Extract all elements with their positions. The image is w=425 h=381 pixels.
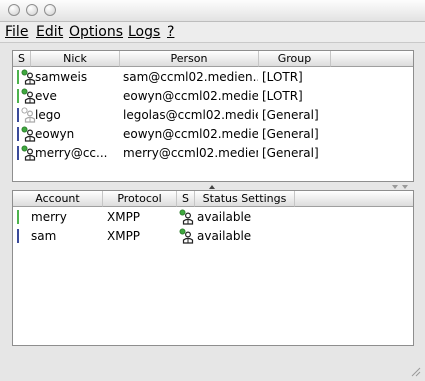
contact-person: sam@ccml02.medien.... xyxy=(123,70,258,84)
account-protocol: XMPP xyxy=(107,210,141,224)
contact-person: eowyn@ccml02.medien... xyxy=(123,89,258,103)
status-color-bar xyxy=(17,229,19,243)
contact-nick: eowyn xyxy=(35,127,75,141)
status-color-bar xyxy=(17,108,19,122)
contact-row[interactable]: lego legolas@ccml02.medie... [General] xyxy=(13,106,413,125)
user-online-icon xyxy=(21,145,36,161)
accounts-table[interactable]: Account Protocol S Status Settings merry… xyxy=(12,190,414,346)
status-color-bar xyxy=(17,146,19,160)
contact-person: merry@ccml02.medien... xyxy=(123,146,258,160)
accounts-header-status-settings[interactable]: Status Settings xyxy=(195,191,295,207)
contact-group: [General] xyxy=(262,127,319,141)
account-status: available xyxy=(197,210,252,224)
menu-file[interactable]: File xyxy=(5,24,28,40)
contact-person: legolas@ccml02.medie... xyxy=(123,108,258,122)
contact-nick: eve xyxy=(35,89,57,103)
account-status: available xyxy=(197,229,252,243)
contacts-header-status[interactable]: S xyxy=(13,51,31,67)
contact-group: [LOTR] xyxy=(262,70,303,84)
contacts-header-nick[interactable]: Nick xyxy=(31,51,120,67)
account-row[interactable]: merry XMPP available xyxy=(13,208,413,227)
contacts-header-filler xyxy=(331,51,413,67)
contact-nick: merry@cc... xyxy=(35,146,108,160)
triangle-up-icon[interactable] xyxy=(209,185,215,189)
contact-row[interactable]: samweis sam@ccml02.medien.... [LOTR] xyxy=(13,68,413,87)
minimize-window-button[interactable] xyxy=(26,4,38,16)
account-name: merry xyxy=(31,210,67,224)
user-online-icon xyxy=(21,126,36,142)
user-online-icon xyxy=(179,228,194,244)
triangle-down-icon[interactable] xyxy=(392,185,398,189)
contact-row[interactable]: eowyn eowyn@ccml02.medie... [General] xyxy=(13,125,413,144)
account-protocol: XMPP xyxy=(107,229,141,243)
contact-nick: lego xyxy=(35,108,61,122)
menu-bar: File Edit Options Logs ? xyxy=(0,22,425,43)
status-color-bar xyxy=(17,89,19,103)
triangle-down-icon[interactable] xyxy=(402,185,408,189)
split-divider[interactable] xyxy=(12,182,414,190)
contacts-header-group[interactable]: Group xyxy=(259,51,331,67)
accounts-header-status[interactable]: S xyxy=(177,191,195,207)
contact-nick: samweis xyxy=(35,70,88,84)
close-window-button[interactable] xyxy=(8,4,20,16)
menu-help[interactable]: ? xyxy=(167,24,174,40)
zoom-window-button[interactable] xyxy=(44,4,56,16)
accounts-header-account[interactable]: Account xyxy=(13,191,103,207)
resize-grip-icon[interactable] xyxy=(411,367,421,377)
accounts-header-filler xyxy=(295,191,413,207)
menu-edit[interactable]: Edit xyxy=(36,24,63,40)
contacts-header-person[interactable]: Person xyxy=(120,51,259,67)
contacts-table[interactable]: S Nick Person Group samweis sam@ccml02.me… xyxy=(12,50,414,182)
accounts-header-protocol[interactable]: Protocol xyxy=(103,191,177,207)
account-name: sam xyxy=(31,229,57,243)
menu-options[interactable]: Options xyxy=(69,24,123,40)
user-online-icon xyxy=(21,88,36,104)
menu-logs[interactable]: Logs xyxy=(128,24,160,40)
status-color-bar xyxy=(17,210,19,224)
contact-row[interactable]: eve eowyn@ccml02.medien... [LOTR] xyxy=(13,87,413,106)
user-online-icon xyxy=(21,69,36,85)
user-online-icon xyxy=(179,209,194,225)
contact-person: eowyn@ccml02.medie... xyxy=(123,127,258,141)
contact-row[interactable]: merry@cc... merry@ccml02.medien... [Genera… xyxy=(13,144,413,163)
window-titlebar xyxy=(0,0,425,22)
account-row[interactable]: sam XMPP available xyxy=(13,227,413,246)
contact-group: [LOTR] xyxy=(262,89,303,103)
status-color-bar xyxy=(17,127,19,141)
contact-group: [General] xyxy=(262,108,319,122)
user-offline-icon xyxy=(21,107,36,123)
contact-group: [General] xyxy=(262,146,319,160)
status-color-bar xyxy=(17,70,19,84)
